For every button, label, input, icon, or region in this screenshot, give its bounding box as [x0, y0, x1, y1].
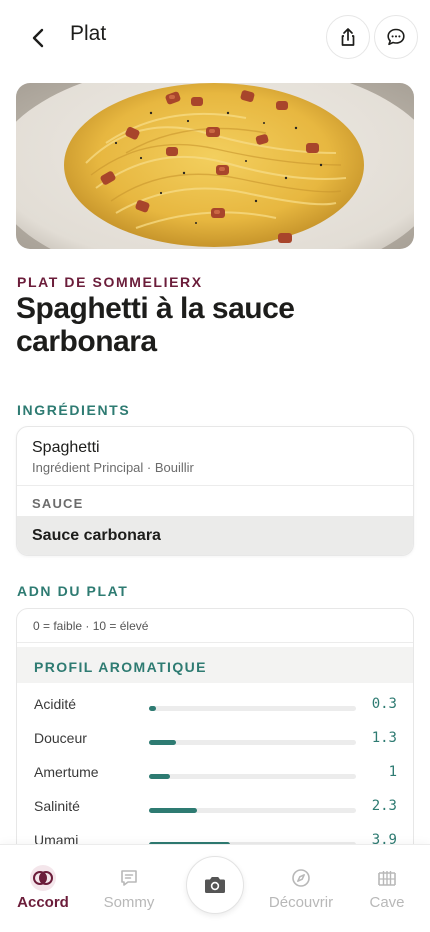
adn-card: 0 = faible · 10 = élevé PROFIL AROMATIQU… [16, 608, 414, 844]
ingredient-sauce-name: Sauce carbonara [32, 527, 161, 544]
metric-row-amertume: Amertume 1 [17, 757, 413, 791]
metric-name: Amertume [34, 764, 99, 780]
ingredient-sauce-row[interactable]: Sauce carbonara [17, 516, 413, 555]
metric-bar [149, 774, 356, 779]
nav-accord[interactable]: Accord [0, 845, 86, 932]
nav-label: Découvrir [268, 894, 334, 911]
metric-value: 2.3 [371, 798, 397, 814]
metric-value: 3.9 [371, 832, 397, 844]
page-title: Plat [70, 22, 107, 45]
metric-bar-fill [149, 740, 176, 745]
chevron-left-icon [32, 28, 44, 48]
camera-icon [205, 877, 225, 893]
metric-name: Umami [34, 832, 79, 844]
share-icon [341, 28, 355, 46]
profile-label: PROFIL AROMATIQUE [34, 659, 207, 675]
nav-sommy[interactable]: Sommy [86, 845, 172, 932]
metric-name: Salinité [34, 798, 80, 814]
dish-eyebrow: PLAT DE SOMMELIERX [17, 274, 203, 290]
dish-photo [16, 83, 414, 249]
ingredient-main-row[interactable]: Spaghetti Ingrédient Principal · Bouilli… [17, 427, 413, 486]
chat-bubble-icon [387, 28, 405, 46]
metric-value: 0.3 [371, 696, 397, 712]
ingredients-section-label: INGRÉDIENTS [17, 402, 131, 418]
nav-label: Accord [17, 894, 69, 911]
accord-icon [30, 865, 56, 891]
compass-icon [288, 865, 314, 891]
metric-bar-fill [149, 774, 170, 779]
scale-note: 0 = faible · 10 = élevé [33, 619, 149, 633]
metric-value: 1 [388, 764, 397, 780]
back-button[interactable] [22, 22, 54, 54]
content-scroll[interactable]: PLAT DE SOMMELIERX Spaghetti à la sauce … [0, 72, 430, 844]
wine-rack-icon [374, 865, 400, 891]
dish-title: Spaghetti à la sauce carbonara [16, 292, 295, 358]
ingredients-card: Spaghetti Ingrédient Principal · Bouilli… [16, 426, 414, 556]
metric-bar [149, 740, 356, 745]
camera-button[interactable] [186, 856, 244, 914]
metric-bar [149, 808, 356, 813]
ingredient-category-label: SAUCE [32, 496, 84, 511]
nav-label: Cave [369, 894, 405, 911]
metric-name: Acidité [34, 696, 77, 712]
ingredient-main-detail: Ingrédient Principal · Bouillir [32, 460, 194, 475]
chat-button[interactable] [374, 15, 418, 59]
share-button[interactable] [326, 15, 370, 59]
nav-label: Sommy [103, 894, 155, 911]
metric-name: Douceur [34, 730, 87, 746]
nav-cave[interactable]: Cave [344, 845, 430, 932]
metric-row-douceur: Douceur 1.3 [17, 723, 413, 757]
profile-header: PROFIL AROMATIQUE [17, 647, 413, 683]
metric-row-umami: Umami 3.9 [17, 825, 413, 844]
metric-value: 1.3 [371, 730, 397, 746]
bottom-nav: Accord Sommy Découvrir Cave [0, 844, 430, 932]
message-icon [116, 865, 142, 891]
metric-row-acidite: Acidité 0.3 [17, 689, 413, 723]
app-header: Plat [0, 0, 430, 72]
adn-section-label: ADN DU PLAT [17, 583, 129, 599]
metric-bar-fill [149, 808, 197, 813]
divider [17, 642, 413, 643]
metric-bar [149, 706, 356, 711]
ingredient-main-name: Spaghetti [32, 439, 100, 456]
metric-row-salinite: Salinité 2.3 [17, 791, 413, 825]
nav-decouvrir[interactable]: Découvrir [258, 845, 344, 932]
metric-bar-fill [149, 706, 157, 711]
